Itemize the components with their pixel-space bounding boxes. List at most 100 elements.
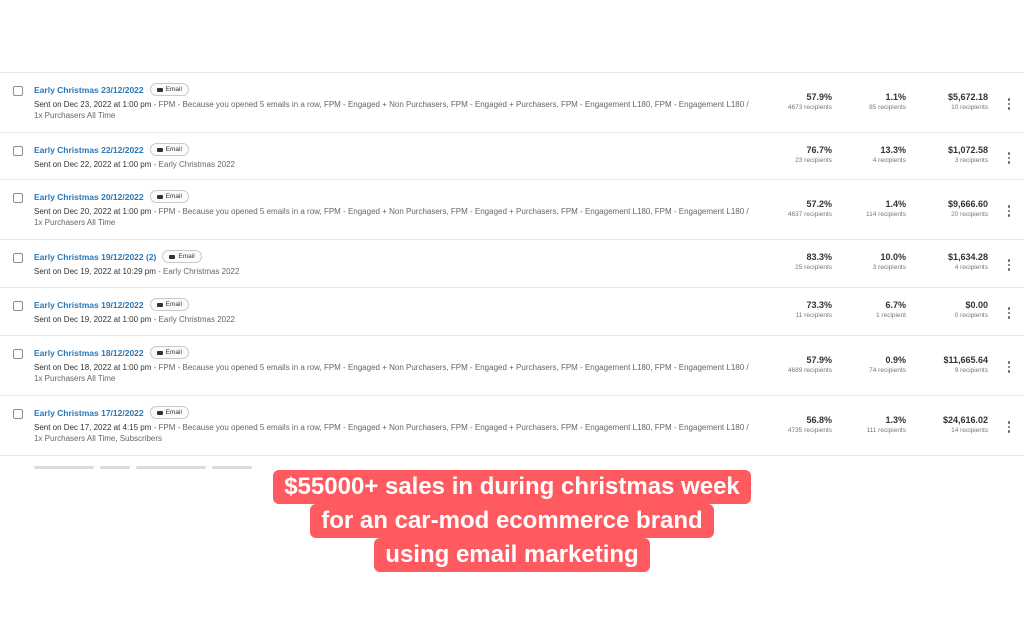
campaign-description: Sent on Dec 19, 2022 at 10:29 pm - Early… xyxy=(34,266,754,277)
open-rate: 57.2% xyxy=(806,199,832,209)
caption-line-3: using email marketing xyxy=(374,538,650,572)
kebab-menu-icon[interactable] xyxy=(1007,205,1011,217)
kebab-menu-icon[interactable] xyxy=(1007,307,1011,319)
click-rate: 0.9% xyxy=(885,355,906,365)
open-recipients: 4673 recipients xyxy=(787,104,832,111)
click-recipients: 3 recipients xyxy=(872,264,906,271)
click-recipients: 111 recipients xyxy=(866,427,906,434)
click-rate-metric: 13.3% 4 recipients xyxy=(836,145,906,166)
campaign-title[interactable]: Early Christmas 17/12/2022 xyxy=(34,408,144,418)
open-recipients: 25 recipients xyxy=(795,264,832,271)
open-rate: 57.9% xyxy=(806,92,832,102)
campaign-row[interactable]: Early Christmas 19/12/2022 Email Sent on D… xyxy=(0,288,1024,336)
title-line: Early Christmas 18/12/2022 Email xyxy=(34,346,189,359)
row-checkbox[interactable] xyxy=(13,86,23,96)
click-rate-metric: 6.7% 1 recipient xyxy=(836,300,906,321)
kebab-menu-icon[interactable] xyxy=(1007,259,1011,271)
sent-date: Sent on Dec 18, 2022 at 1:00 pm xyxy=(34,363,152,372)
campaign-title[interactable]: Early Christmas 18/12/2022 xyxy=(34,348,144,358)
revenue-metric: $1,072.58 3 recipients xyxy=(908,145,988,166)
caption-banner: $55000+ sales in during christmas week f… xyxy=(0,470,1024,572)
revenue-recipients: 14 recipients xyxy=(951,427,988,434)
envelope-icon xyxy=(169,254,176,259)
open-rate: 83.3% xyxy=(806,252,832,262)
campaign-row[interactable]: Early Christmas 18/12/2022 Email Sent on D… xyxy=(0,336,1024,396)
revenue-metric: $24,616.02 14 recipients xyxy=(908,415,988,436)
audience-list: - Early Christmas 2022 xyxy=(155,267,240,276)
sent-date: Sent on Dec 22, 2022 at 1:00 pm xyxy=(34,160,152,169)
open-rate: 76.7% xyxy=(806,145,832,155)
campaign-title[interactable]: Early Christmas 20/12/2022 xyxy=(34,192,144,202)
channel-badge: Email xyxy=(149,406,189,419)
revenue-metric: $9,666.60 20 recipients xyxy=(908,199,988,220)
open-rate: 57.9% xyxy=(806,355,832,365)
campaign-title[interactable]: Early Christmas 22/12/2022 xyxy=(34,145,144,155)
campaign-row[interactable]: Early Christmas 22/12/2022 Email Sent on D… xyxy=(0,133,1024,180)
revenue-recipients: 4 recipients xyxy=(954,264,988,271)
open-rate-metric: 57.9% 4689 recipients xyxy=(762,355,832,376)
open-recipients: 4735 recipients xyxy=(787,427,832,434)
campaign-title[interactable]: Early Christmas 19/12/2022 xyxy=(34,300,144,310)
revenue: $0.00 xyxy=(965,300,988,310)
row-checkbox[interactable] xyxy=(13,146,23,156)
campaign-title[interactable]: Early Christmas 23/12/2022 xyxy=(34,85,144,95)
click-rate-metric: 1.3% 111 recipients xyxy=(836,415,906,436)
revenue: $5,672.18 xyxy=(947,92,988,102)
open-rate-metric: 83.3% 25 recipients xyxy=(762,252,832,273)
sent-date: Sent on Dec 19, 2022 at 10:29 pm xyxy=(34,267,156,276)
caption-line-1: $55000+ sales in during christmas week xyxy=(273,470,751,504)
revenue-recipients: 0 recipients xyxy=(954,312,988,319)
click-recipients: 4 recipients xyxy=(872,157,906,164)
title-line: Early Christmas 23/12/2022 Email xyxy=(34,83,189,96)
open-rate-metric: 57.2% 4637 recipients xyxy=(762,199,832,220)
kebab-menu-icon[interactable] xyxy=(1007,361,1011,373)
channel-badge: Email xyxy=(149,298,189,311)
revenue: $11,665.64 xyxy=(943,355,988,365)
row-checkbox[interactable] xyxy=(13,409,23,419)
revenue-recipients: 10 recipients xyxy=(951,104,988,111)
campaign-description: Sent on Dec 17, 2022 at 4:15 pm - FPM - … xyxy=(34,422,754,444)
campaign-row[interactable]: Early Christmas 17/12/2022 Email Sent on D… xyxy=(0,396,1024,456)
audience-list: - Early Christmas 2022 xyxy=(151,160,236,169)
revenue-metric: $11,665.64 9 recipients xyxy=(908,355,988,376)
kebab-menu-icon[interactable] xyxy=(1007,152,1011,164)
open-recipients: 23 recipients xyxy=(795,157,832,164)
click-rate: 6.7% xyxy=(885,300,906,310)
title-line: Early Christmas 19/12/2022 (2) Email xyxy=(34,250,202,263)
badge-label: Email xyxy=(165,301,182,308)
row-checkbox[interactable] xyxy=(13,253,23,263)
badge-label: Email xyxy=(165,86,182,93)
title-line: Early Christmas 17/12/2022 Email xyxy=(34,406,189,419)
sent-date: Sent on Dec 19, 2022 at 1:00 pm xyxy=(34,315,152,324)
campaign-row[interactable]: Early Christmas 19/12/2022 (2) Email Sent … xyxy=(0,240,1024,288)
revenue: $1,072.58 xyxy=(947,145,988,155)
kebab-menu-icon[interactable] xyxy=(1007,421,1011,433)
row-checkbox[interactable] xyxy=(13,349,23,359)
campaign-row[interactable]: Early Christmas 23/12/2022 Email Sent on D… xyxy=(0,73,1024,133)
campaign-row[interactable]: Early Christmas 20/12/2022 Email Sent on D… xyxy=(0,180,1024,240)
click-rate: 10.0% xyxy=(880,252,906,262)
open-rate-metric: 56.8% 4735 recipients xyxy=(762,415,832,436)
title-line: Early Christmas 20/12/2022 Email xyxy=(34,190,189,203)
row-checkbox[interactable] xyxy=(13,301,23,311)
row-checkbox[interactable] xyxy=(13,193,23,203)
open-rate-metric: 73.3% 11 recipients xyxy=(762,300,832,321)
click-rate-metric: 1.4% 114 recipients xyxy=(836,199,906,220)
revenue-recipients: 9 recipients xyxy=(954,367,988,374)
badge-label: Email xyxy=(165,409,182,416)
revenue-metric: $1,634.28 4 recipients xyxy=(908,252,988,273)
click-rate: 1.3% xyxy=(885,415,906,425)
revenue-recipients: 20 recipients xyxy=(951,211,988,218)
campaign-description: Sent on Dec 20, 2022 at 1:00 pm - FPM - … xyxy=(34,206,754,228)
click-rate: 1.4% xyxy=(885,199,906,209)
open-rate-metric: 76.7% 23 recipients xyxy=(762,145,832,166)
open-rate: 73.3% xyxy=(806,300,832,310)
caption-line-2: for an car-mod ecommerce brand xyxy=(310,504,714,538)
campaign-title[interactable]: Early Christmas 19/12/2022 (2) xyxy=(34,252,156,262)
open-recipients: 11 recipients xyxy=(795,312,832,319)
kebab-menu-icon[interactable] xyxy=(1007,98,1011,110)
revenue: $9,666.60 xyxy=(947,199,988,209)
campaign-description: Sent on Dec 19, 2022 at 1:00 pm - Early … xyxy=(34,314,754,325)
badge-label: Email xyxy=(165,146,182,153)
click-recipients: 1 recipient xyxy=(876,312,906,319)
